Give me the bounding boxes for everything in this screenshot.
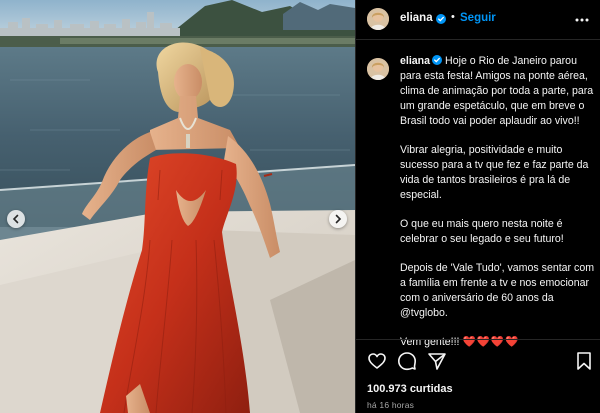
more-options-icon[interactable] — [574, 12, 590, 28]
separator-dot: • — [451, 11, 455, 23]
username[interactable]: eliana — [400, 12, 433, 24]
chevron-right-icon — [335, 214, 342, 224]
save-button[interactable] — [574, 351, 594, 371]
post-timestamp[interactable]: há 16 horas — [367, 400, 414, 410]
send-icon — [428, 353, 446, 370]
share-button[interactable] — [427, 351, 447, 371]
next-photo-button[interactable] — [329, 210, 347, 228]
caption-paragraph: Depois de 'Vale Tudo', vamos sentar com … — [400, 262, 595, 319]
chevron-left-icon — [12, 214, 19, 224]
avatar[interactable] — [367, 8, 389, 30]
caption-paragraph: O que eu mais quero nesta noite é celebr… — [400, 218, 564, 245]
likes-count[interactable]: 100.973 curtidas — [367, 383, 453, 395]
heart-icon — [368, 353, 386, 369]
post-image — [0, 0, 355, 413]
like-button[interactable] — [367, 351, 387, 371]
action-bar: 100.973 curtidas há 16 horas — [356, 339, 600, 413]
post-photo[interactable] — [0, 0, 355, 413]
comment-button[interactable] — [397, 351, 417, 371]
post-side-panel: eliana • Seguir eliana Hoje o Rio de Jane… — [355, 0, 600, 413]
bookmark-icon — [577, 352, 591, 370]
caption-text: eliana Hoje o Rio de Janeiro parou para e… — [400, 54, 597, 364]
verified-badge-icon — [432, 55, 443, 65]
caption-paragraph: Vibrar alegria, positividade e muito suc… — [400, 144, 589, 201]
caption-paragraph: eliana Hoje o Rio de Janeiro parou para e… — [400, 54, 597, 129]
verified-badge-icon — [436, 13, 446, 24]
follow-button[interactable]: Seguir — [460, 12, 496, 24]
caption-avatar[interactable] — [367, 58, 389, 80]
comment-icon — [398, 352, 416, 371]
post-header: eliana • Seguir — [356, 0, 600, 40]
previous-photo-button[interactable] — [7, 210, 25, 228]
caption-username[interactable]: eliana — [400, 55, 430, 67]
